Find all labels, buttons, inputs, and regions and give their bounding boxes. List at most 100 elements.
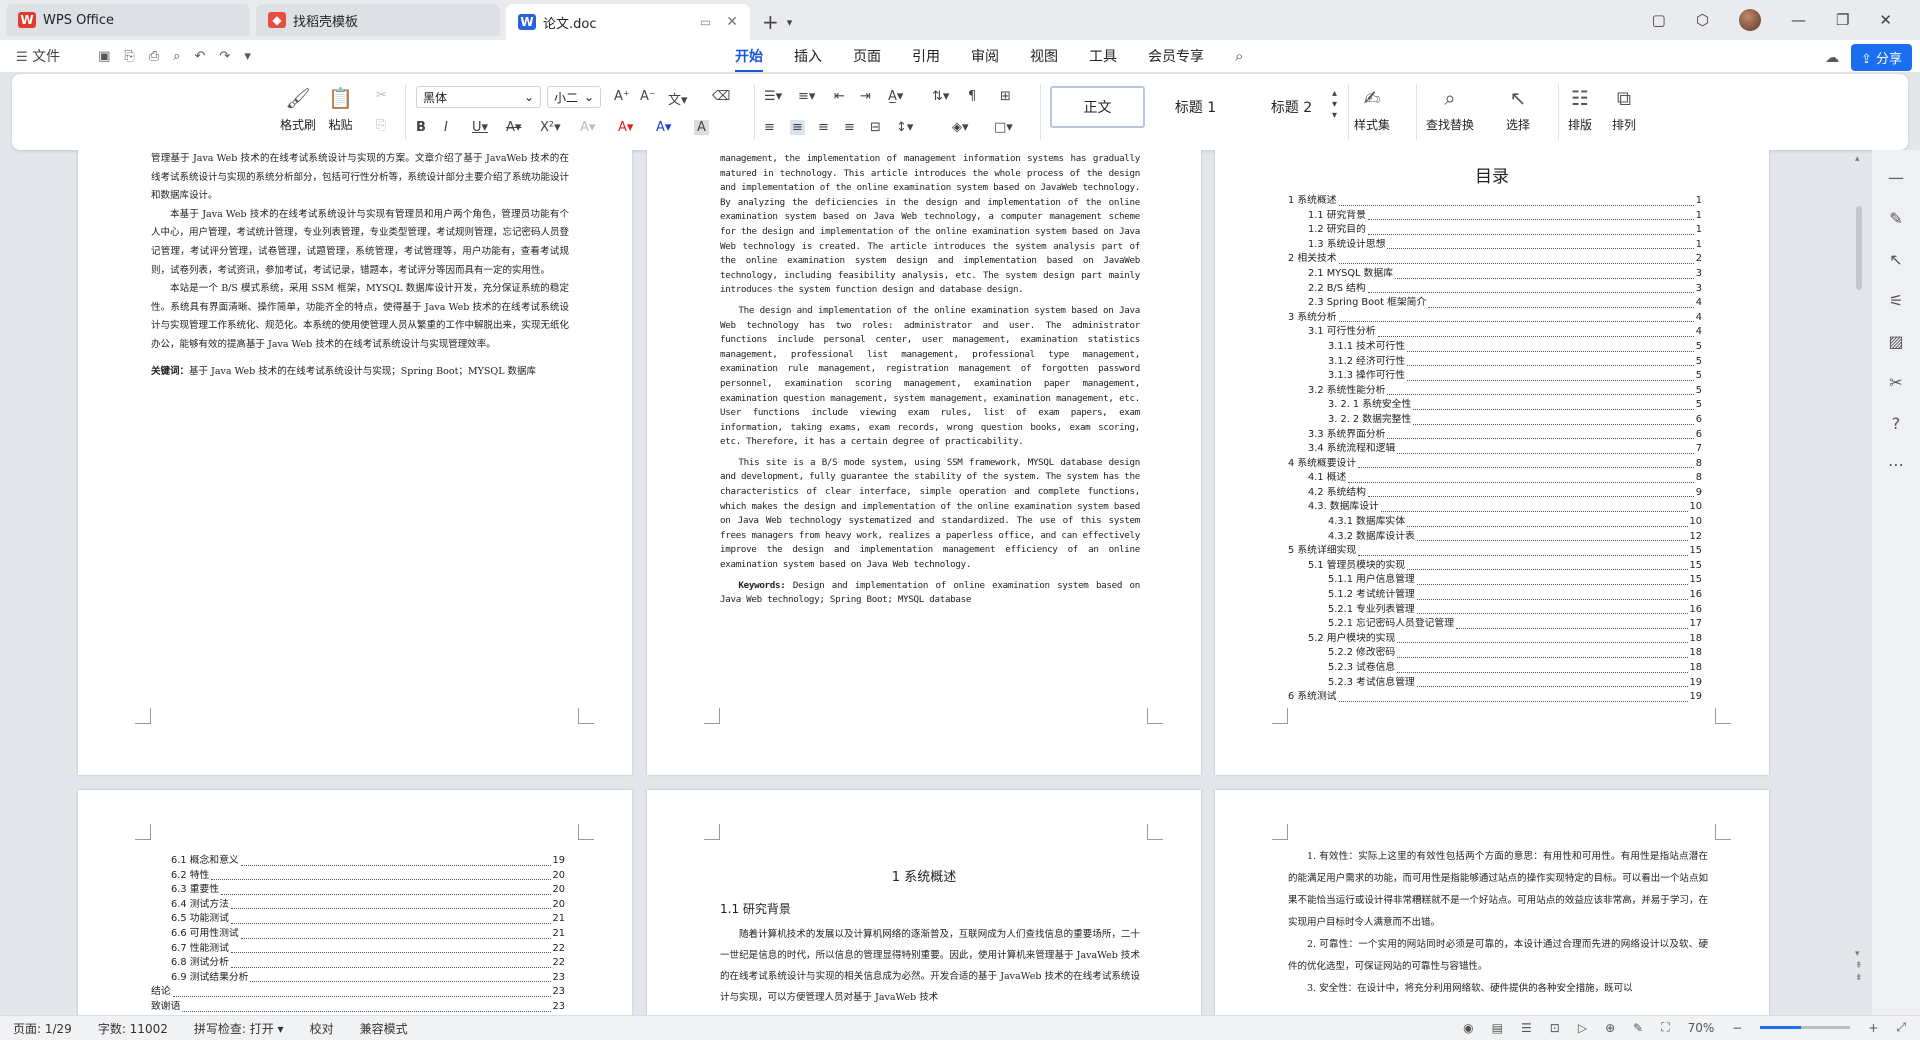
toc-entry[interactable]: 6.6 可用性测试 21 <box>151 927 565 942</box>
toc-entry[interactable]: 6.5 功能测试 21 <box>151 912 565 927</box>
page-view-icon[interactable]: ▤ <box>1492 1021 1503 1035</box>
toc-entry[interactable]: 4 系统概要设计 8 <box>1288 457 1702 472</box>
show-marks-icon[interactable]: ¶ <box>968 89 976 104</box>
toc-entry[interactable]: 2.1 MYSQL 数据库 3 <box>1288 267 1702 282</box>
underline-icon[interactable]: U▾ <box>472 120 488 135</box>
style-normal[interactable]: 正文 <box>1050 86 1145 128</box>
toc-entry[interactable]: 4.1 概述 8 <box>1288 471 1702 486</box>
menu-tab-home[interactable]: 开始 <box>735 46 763 72</box>
zoom-slider[interactable] <box>1760 1026 1851 1029</box>
image-icon[interactable]: ▨ <box>1888 332 1903 351</box>
toc-entry[interactable]: 5.2 用户模块的实现 18 <box>1288 632 1702 647</box>
style-heading1[interactable]: 标题 1 <box>1148 86 1243 128</box>
decrease-indent-icon[interactable]: ⇤ <box>834 89 845 104</box>
table-icon[interactable]: ⊞ <box>1000 89 1011 104</box>
toc-entry[interactable]: 6.9 测试结果分析 23 <box>151 971 565 986</box>
search-icon[interactable]: ⌕ <box>1235 47 1243 65</box>
close-tab-icon[interactable]: ✕ <box>726 14 738 30</box>
menu-tab-view[interactable]: 视图 <box>1030 46 1058 66</box>
grow-font-icon[interactable]: A⁺ <box>614 89 630 104</box>
paste-button[interactable]: 📋 粘贴 <box>328 86 353 133</box>
help-icon[interactable]: ? <box>1892 414 1901 433</box>
toc-entry[interactable]: 3 系统分析 4 <box>1288 311 1702 326</box>
outline-view-icon[interactable]: ☰ <box>1521 1021 1532 1035</box>
layout-button[interactable]: ☷ 排版 <box>1568 86 1592 133</box>
shrink-font-icon[interactable]: A⁻ <box>640 89 656 104</box>
toc-entry[interactable]: 5.2.3 考试信息管理 19 <box>1288 676 1702 691</box>
toc-entry[interactable]: 4.3.1 数据库实体 10 <box>1288 515 1702 530</box>
toc-entry[interactable]: 3.1.1 技术可行性 5 <box>1288 340 1702 355</box>
toc-entry[interactable]: 6.7 性能测试 22 <box>151 942 565 957</box>
increase-indent-icon[interactable]: ⇥ <box>860 89 871 104</box>
sort-icon[interactable]: ⇅▾ <box>932 89 949 104</box>
cloud-icon[interactable]: ☁ <box>1825 50 1839 66</box>
toc-entry[interactable]: 4.3.2 数据库设计表 12 <box>1288 530 1702 545</box>
menu-tab-page[interactable]: 页面 <box>853 46 881 66</box>
save-icon[interactable]: ▣ <box>98 49 110 64</box>
bold-icon[interactable]: B <box>416 120 426 135</box>
find-replace-button[interactable]: ⌕ 查找替换 <box>1426 86 1474 133</box>
restore-icon[interactable]: ❐ <box>1836 11 1849 29</box>
format-painter-button[interactable]: 🖌 格式刷 <box>280 86 316 133</box>
justify-icon[interactable]: ≡ <box>844 120 855 135</box>
minimize-icon[interactable]: — <box>1791 11 1806 29</box>
arrange-button[interactable]: ⧉ 排列 <box>1612 86 1636 133</box>
spell-check-toggle[interactable]: 拼写检查: 打开 ▾ <box>181 1020 297 1037</box>
tools-icon[interactable]: ✂ <box>1889 373 1902 392</box>
toc-entry[interactable]: 5.1 管理员模块的实现 15 <box>1288 559 1702 574</box>
align-center-icon[interactable]: ≡ <box>790 120 805 135</box>
menu-tab-insert[interactable]: 插入 <box>794 46 822 66</box>
vertical-scrollbar[interactable]: ▴ ▾ ⇞ ⇟ <box>1850 150 1868 1015</box>
align-left-icon[interactable]: ≡ <box>764 120 775 135</box>
chevron-down-icon[interactable]: ▾ <box>787 16 793 29</box>
file-menu[interactable]: ☰ 文件 <box>16 46 60 66</box>
toc-entry[interactable]: 5.1.2 考试统计管理 16 <box>1288 588 1702 603</box>
eye-icon[interactable]: ◉ <box>1463 1021 1473 1035</box>
menu-tab-tools[interactable]: 工具 <box>1089 46 1117 66</box>
fullscreen-icon[interactable]: ⤢ <box>1896 1020 1906 1035</box>
page-count[interactable]: 页面: 1/29 <box>0 1020 85 1037</box>
toc-entry[interactable]: 6.8 测试分析 22 <box>151 956 565 971</box>
edit-icon[interactable]: ✎ <box>1633 1021 1643 1035</box>
toc-entry[interactable]: 1.2 研究目的 1 <box>1288 223 1702 238</box>
sliders-icon[interactable]: ⚟ <box>1889 291 1903 310</box>
toc-entry[interactable]: 结论 23 <box>151 985 565 1000</box>
toc-entry[interactable]: 5.2.2 修改密码 18 <box>1288 646 1702 661</box>
copy-icon[interactable]: ⎘ <box>376 118 386 133</box>
proofread-button[interactable]: 校对 <box>297 1020 347 1037</box>
clear-format-icon[interactable]: ⌫ <box>712 89 730 104</box>
phonetic-icon[interactable]: 文▾ <box>668 89 688 108</box>
align-right-icon[interactable]: ≡ <box>818 120 829 135</box>
more-chevron-icon[interactable]: ▾ <box>244 49 251 64</box>
bullet-list-icon[interactable]: ☰▾ <box>764 89 782 104</box>
menu-tab-member[interactable]: 会员专享 <box>1148 46 1204 66</box>
scroll-up-icon[interactable]: ▴ <box>1855 154 1860 164</box>
toc-entry[interactable]: 6.1 概念和意义 19 <box>151 854 565 869</box>
toc-entry[interactable]: 3.2 系统性能分析 5 <box>1288 384 1702 399</box>
font-color-icon[interactable]: A▾ <box>656 120 671 135</box>
style-set-button[interactable]: ✍ 样式集 <box>1354 86 1390 133</box>
toc-entry[interactable]: 6 系统测试 19 <box>1288 690 1702 705</box>
tab-wps-office[interactable]: W WPS Office <box>6 4 250 36</box>
toc-entry[interactable]: 3. 2. 1 系统安全性 5 <box>1288 398 1702 413</box>
window-layout-icon[interactable]: ▢ <box>1652 11 1666 29</box>
toc-entry[interactable]: 5.2.1 专业列表管理 16 <box>1288 603 1702 618</box>
toc-entry[interactable]: 3.1.3 操作可行性 5 <box>1288 369 1702 384</box>
pen-icon[interactable]: ✎ <box>1889 209 1902 228</box>
scroll-down-icon[interactable]: ▾ ⇞ ⇟ <box>1855 948 1863 984</box>
close-window-icon[interactable]: ✕ <box>1879 11 1892 29</box>
toc-entry[interactable]: 5 系统详细实现 15 <box>1288 544 1702 559</box>
toc-entry[interactable]: 1 系统概述 1 <box>1288 194 1702 209</box>
style-heading2[interactable]: 标题 2 <box>1244 86 1339 128</box>
print-icon[interactable]: ⎙ <box>149 49 159 64</box>
toc-entry[interactable]: 3. 2. 2 数据完整性 6 <box>1288 413 1702 428</box>
pointer-icon[interactable]: ↖ <box>1889 250 1902 269</box>
toc-entry[interactable]: 4.3. 数据库设计 10 <box>1288 500 1702 515</box>
redo-icon[interactable]: ↷ <box>219 49 230 64</box>
globe-icon[interactable]: ⊕ <box>1605 1021 1615 1035</box>
document-canvas[interactable]: 管理基于 Java Web 技术的在线考试系统设计与实现的方案。文章介绍了基于 … <box>0 150 1920 1015</box>
numbered-list-icon[interactable]: ≡▾ <box>798 89 815 104</box>
superscript-icon[interactable]: X²▾ <box>540 120 561 135</box>
print-preview-icon[interactable]: ⌕ <box>173 49 180 64</box>
toc-entry[interactable]: 2.3 Spring Boot 框架简介 4 <box>1288 296 1702 311</box>
